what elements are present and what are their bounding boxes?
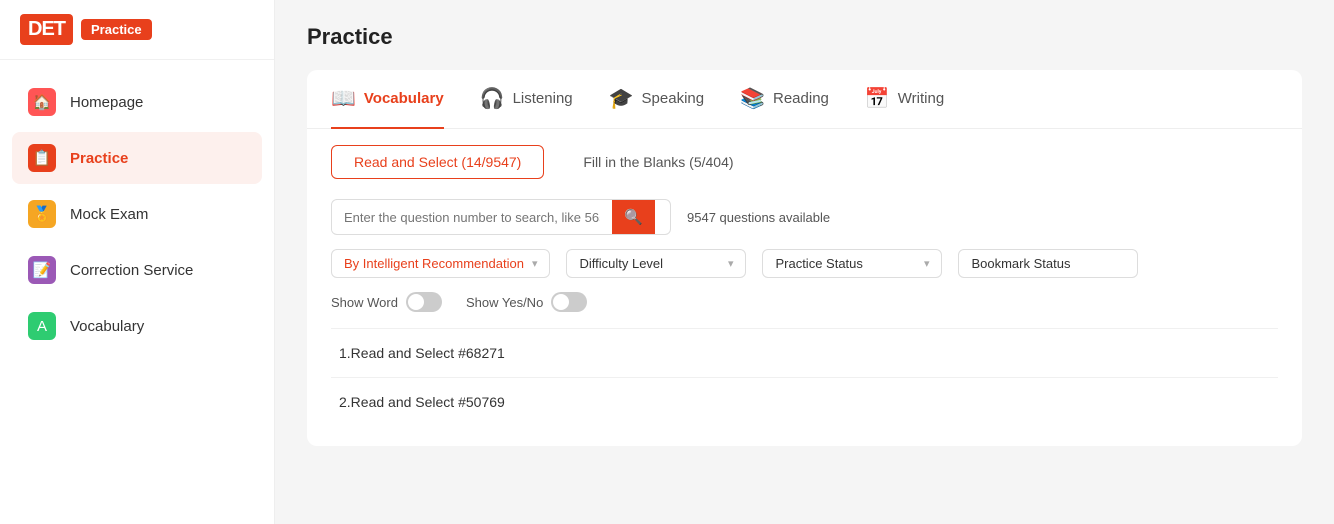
- content-area: 🔍 9547 questions available By Intelligen…: [307, 179, 1302, 446]
- filter-label-difficulty: Difficulty Level: [579, 256, 663, 271]
- sub-tab-fill-blanks[interactable]: Fill in the Blanks (5/404): [560, 145, 756, 179]
- filter-recommendation[interactable]: By Intelligent Recommendation ▾: [331, 249, 550, 278]
- sidebar-item-correction[interactable]: 📝 Correction Service: [12, 244, 262, 296]
- mock-exam-icon: 🏅: [28, 200, 56, 228]
- filter-status[interactable]: Practice Status ▾: [762, 249, 942, 278]
- toggle-wrap-show-word: Show Word: [331, 292, 442, 312]
- writing-tab-label: Writing: [898, 90, 944, 107]
- listening-tab-label: Listening: [513, 90, 573, 107]
- toggle-show-yesno[interactable]: [551, 292, 587, 312]
- filter-difficulty[interactable]: Difficulty Level ▾: [566, 249, 746, 278]
- homepage-icon: 🏠: [28, 88, 56, 116]
- filter-label-recommendation: By Intelligent Recommendation: [344, 256, 524, 271]
- page-title: Practice: [307, 24, 1302, 50]
- search-input-wrap: 🔍: [331, 199, 671, 235]
- filters-row: By Intelligent Recommendation ▾ Difficul…: [331, 249, 1278, 278]
- filter-chevron-status: ▾: [924, 257, 930, 270]
- tab-writing[interactable]: 📅 Writing: [865, 70, 944, 129]
- vocabulary-tab-label: Vocabulary: [364, 90, 444, 107]
- speaking-tab-icon: 🎓: [609, 86, 634, 111]
- search-button[interactable]: 🔍: [612, 200, 655, 234]
- reading-tab-icon: 📚: [740, 86, 765, 111]
- sub-tab-read-select[interactable]: Read and Select (14/9547): [331, 145, 544, 179]
- sidebar-nav: 🏠 Homepage 📋 Practice 🏅 Mock Exam 📝 Corr…: [0, 60, 274, 368]
- question-list: 1.Read and Select #682712.Read and Selec…: [331, 328, 1278, 426]
- listening-tab-icon: 🎧: [480, 86, 505, 111]
- question-item-q1[interactable]: 1.Read and Select #68271: [331, 328, 1278, 377]
- sidebar-label-correction: Correction Service: [70, 262, 193, 279]
- writing-tab-icon: 📅: [865, 86, 890, 111]
- sidebar-logo: DET Practice: [0, 0, 274, 60]
- filter-chevron-recommendation: ▾: [532, 257, 538, 270]
- reading-tab-label: Reading: [773, 90, 829, 107]
- toggle-wrap-show-yesno: Show Yes/No: [466, 292, 587, 312]
- sidebar: DET Practice 🏠 Homepage 📋 Practice 🏅 Moc…: [0, 0, 275, 524]
- sidebar-label-practice: Practice: [70, 150, 128, 167]
- sidebar-label-homepage: Homepage: [70, 94, 143, 111]
- tab-speaking[interactable]: 🎓 Speaking: [609, 70, 704, 129]
- toggle-row: Show Word Show Yes/No: [331, 292, 1278, 312]
- search-input[interactable]: [332, 202, 612, 233]
- main-content: Practice 📖 Vocabulary 🎧 Listening 🎓 Spea…: [275, 0, 1334, 524]
- tab-vocabulary[interactable]: 📖 Vocabulary: [331, 70, 444, 129]
- sidebar-item-homepage[interactable]: 🏠 Homepage: [12, 76, 262, 128]
- filter-chevron-difficulty: ▾: [728, 257, 734, 270]
- vocabulary-icon: A: [28, 312, 56, 340]
- correction-icon: 📝: [28, 256, 56, 284]
- filter-label-bookmark: Bookmark Status: [971, 256, 1070, 271]
- search-row: 🔍 9547 questions available: [331, 199, 1278, 235]
- toggle-label-show-word: Show Word: [331, 295, 398, 310]
- sidebar-label-vocabulary: Vocabulary: [70, 318, 144, 335]
- filter-bookmark[interactable]: Bookmark Status: [958, 249, 1138, 278]
- sidebar-item-mock-exam[interactable]: 🏅 Mock Exam: [12, 188, 262, 240]
- sidebar-item-practice[interactable]: 📋 Practice: [12, 132, 262, 184]
- sidebar-item-vocabulary[interactable]: A Vocabulary: [12, 300, 262, 352]
- toggle-label-show-yesno: Show Yes/No: [466, 295, 543, 310]
- tabs-bar: 📖 Vocabulary 🎧 Listening 🎓 Speaking 📚 Re…: [307, 70, 1302, 129]
- questions-count: 9547 questions available: [687, 210, 830, 225]
- sidebar-label-mock-exam: Mock Exam: [70, 206, 148, 223]
- speaking-tab-label: Speaking: [642, 90, 705, 107]
- logo-det: DET: [20, 14, 73, 45]
- tab-listening[interactable]: 🎧 Listening: [480, 70, 573, 129]
- filter-label-status: Practice Status: [775, 256, 862, 271]
- tab-reading[interactable]: 📚 Reading: [740, 70, 829, 129]
- practice-icon: 📋: [28, 144, 56, 172]
- question-item-q2[interactable]: 2.Read and Select #50769: [331, 377, 1278, 426]
- search-icon: 🔍: [624, 208, 643, 226]
- sub-tabs: Read and Select (14/9547) Fill in the Bla…: [307, 129, 1302, 179]
- toggle-show-word[interactable]: [406, 292, 442, 312]
- vocabulary-tab-icon: 📖: [331, 86, 356, 111]
- logo-practice-badge: Practice: [81, 19, 152, 40]
